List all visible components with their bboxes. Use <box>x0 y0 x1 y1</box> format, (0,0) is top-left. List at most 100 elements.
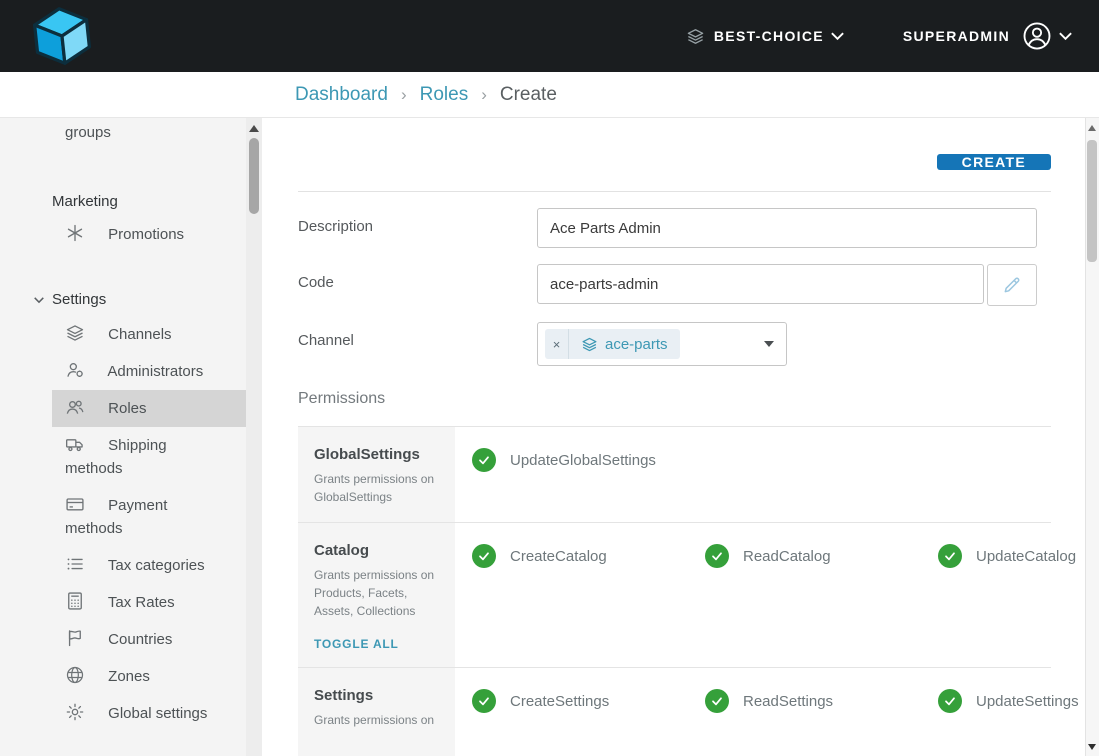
breadcrumb-roles[interactable]: Roles <box>420 84 469 106</box>
code-label: Code <box>298 264 537 306</box>
divider <box>298 191 1051 192</box>
channel-chip: × ace-parts <box>545 329 680 359</box>
scroll-down-arrow-icon[interactable] <box>1088 744 1096 750</box>
administrator-icon <box>65 360 85 380</box>
description-field-row: Description <box>298 208 1051 248</box>
description-input[interactable] <box>537 208 1037 248</box>
gear-icon <box>65 702 85 722</box>
permission-group-description: Grants permissions on Products, Facets, … <box>314 566 441 620</box>
main-scrollbar-thumb[interactable] <box>1087 140 1097 262</box>
pencil-icon <box>1002 275 1022 295</box>
sidebar-item-promotions[interactable]: Promotions <box>52 216 246 253</box>
sidebar-scrollbar-thumb[interactable] <box>249 138 259 214</box>
user-menu[interactable]: SUPERADMIN <box>903 21 1073 51</box>
channel-layers-icon <box>686 27 705 46</box>
layers-icon <box>581 336 598 353</box>
channel-switcher-label: BEST-CHOICE <box>714 28 824 44</box>
breadcrumb-dashboard[interactable]: Dashboard <box>295 84 388 106</box>
permission-group-description: Grants permissions on GlobalSettings <box>314 470 441 506</box>
sidebar-section-settings[interactable]: Settings <box>33 291 246 308</box>
channel-switcher[interactable]: BEST-CHOICE <box>686 27 845 46</box>
description-label: Description <box>298 208 537 248</box>
permission-checkbox-updatecatalog[interactable]: UpdateCatalog <box>938 544 1085 568</box>
sidebar-item-global-settings[interactable]: Global settings <box>52 695 246 732</box>
topbar: BEST-CHOICE SUPERADMIN <box>0 0 1099 72</box>
credit-card-icon <box>65 494 85 514</box>
sidebar: groups Marketing Promotions Settings <box>0 118 246 756</box>
permission-checkbox-updateglobalsettings[interactable]: UpdateGlobalSettings <box>472 448 705 472</box>
sidebar-item-countries[interactable]: Countries <box>52 621 246 658</box>
permission-label: UpdateSettings <box>976 693 1079 710</box>
vendure-logo[interactable] <box>28 6 96 66</box>
chip-remove-button[interactable]: × <box>545 329 569 359</box>
flag-icon <box>65 628 85 648</box>
sidebar-item-label: Promotions <box>108 226 184 243</box>
channel-select[interactable]: × ace-parts <box>537 322 787 366</box>
check-icon <box>938 544 962 568</box>
permission-checkbox-readsettings[interactable]: ReadSettings <box>705 689 938 713</box>
toggle-all-button[interactable]: TOGGLE ALL <box>314 637 441 651</box>
user-icon <box>1022 21 1052 51</box>
sidebar-section-label: Settings <box>52 291 106 308</box>
permission-checkbox-readcatalog[interactable]: ReadCatalog <box>705 544 938 568</box>
main-panel: CREATE Description Code Channel <box>262 118 1085 756</box>
sidebar-item-label: Tax Rates <box>108 594 175 611</box>
truck-icon <box>65 434 85 454</box>
sidebar-item-label: Roles <box>108 400 146 417</box>
scroll-up-arrow-icon[interactable] <box>249 125 259 132</box>
breadcrumb-current: Create <box>500 84 557 106</box>
code-input[interactable] <box>537 264 984 304</box>
layers-icon <box>65 323 85 343</box>
users-group-icon <box>65 118 85 119</box>
promotions-icon <box>65 223 85 243</box>
sidebar-item-label: Tax categories <box>108 557 205 574</box>
permission-group-description: Grants permissions on <box>314 711 441 729</box>
permission-checkbox-updatesettings[interactable]: UpdateSettings <box>938 689 1085 713</box>
breadcrumb-separator: › <box>481 85 487 105</box>
breadcrumb: Dashboard › Roles › Create <box>0 72 1099 118</box>
sidebar-item-payment-methods[interactable]: Payment methods <box>52 487 246 547</box>
check-icon <box>472 544 496 568</box>
permissions-heading: Permissions <box>298 390 1051 408</box>
permissions-table: GlobalSettings Grants permissions on Glo… <box>298 426 1051 756</box>
permission-label: ReadCatalog <box>743 548 831 565</box>
edit-code-button[interactable] <box>987 264 1037 306</box>
channel-label: Channel <box>298 322 537 366</box>
scroll-up-arrow-icon[interactable] <box>1088 125 1096 131</box>
sidebar-item-shipping-methods[interactable]: Shipping methods <box>52 427 246 487</box>
chevron-down-icon <box>1058 30 1073 42</box>
check-icon <box>705 689 729 713</box>
main-scrollbar[interactable] <box>1085 118 1099 756</box>
sidebar-item-tax-categories[interactable]: Tax categories <box>52 547 246 584</box>
sidebar-item-customer-groups[interactable]: groups <box>52 118 246 151</box>
permission-label: ReadSettings <box>743 693 833 710</box>
permission-group-title: GlobalSettings <box>314 446 441 463</box>
sidebar-item-label: Global settings <box>108 705 207 722</box>
create-button[interactable]: CREATE <box>937 154 1051 170</box>
sidebar-item-label: Channels <box>108 326 171 343</box>
chevron-down-icon <box>830 30 845 42</box>
sidebar-item-roles[interactable]: Roles <box>52 390 246 427</box>
permission-checkbox-createcatalog[interactable]: CreateCatalog <box>472 544 705 568</box>
check-icon <box>472 689 496 713</box>
sidebar-item-channels[interactable]: Channels <box>52 316 246 353</box>
permission-label: CreateCatalog <box>510 548 607 565</box>
sidebar-item-label: groups <box>65 124 111 141</box>
sidebar-item-administrators[interactable]: Administrators <box>52 353 246 390</box>
permission-group-title: Settings <box>314 687 441 704</box>
breadcrumb-separator: › <box>401 85 407 105</box>
sidebar-item-tax-rates[interactable]: Tax Rates <box>52 584 246 621</box>
sidebar-item-label: Countries <box>108 631 172 648</box>
permission-group-title: Catalog <box>314 542 441 559</box>
permission-checkbox-createsettings[interactable]: CreateSettings <box>472 689 705 713</box>
permission-label: UpdateCatalog <box>976 548 1076 565</box>
calculator-icon <box>65 591 85 611</box>
permission-row-settings: Settings Grants permissions on CreateSet… <box>298 668 1051 756</box>
user-menu-label: SUPERADMIN <box>903 28 1010 44</box>
permission-label: UpdateGlobalSettings <box>510 452 656 469</box>
sidebar-item-zones[interactable]: Zones <box>52 658 246 695</box>
sidebar-scrollbar[interactable] <box>246 118 262 756</box>
channel-field-row: Channel × ace-parts <box>298 322 1051 366</box>
permission-row-catalog: Catalog Grants permissions on Products, … <box>298 523 1051 668</box>
code-field-row: Code <box>298 264 1051 306</box>
